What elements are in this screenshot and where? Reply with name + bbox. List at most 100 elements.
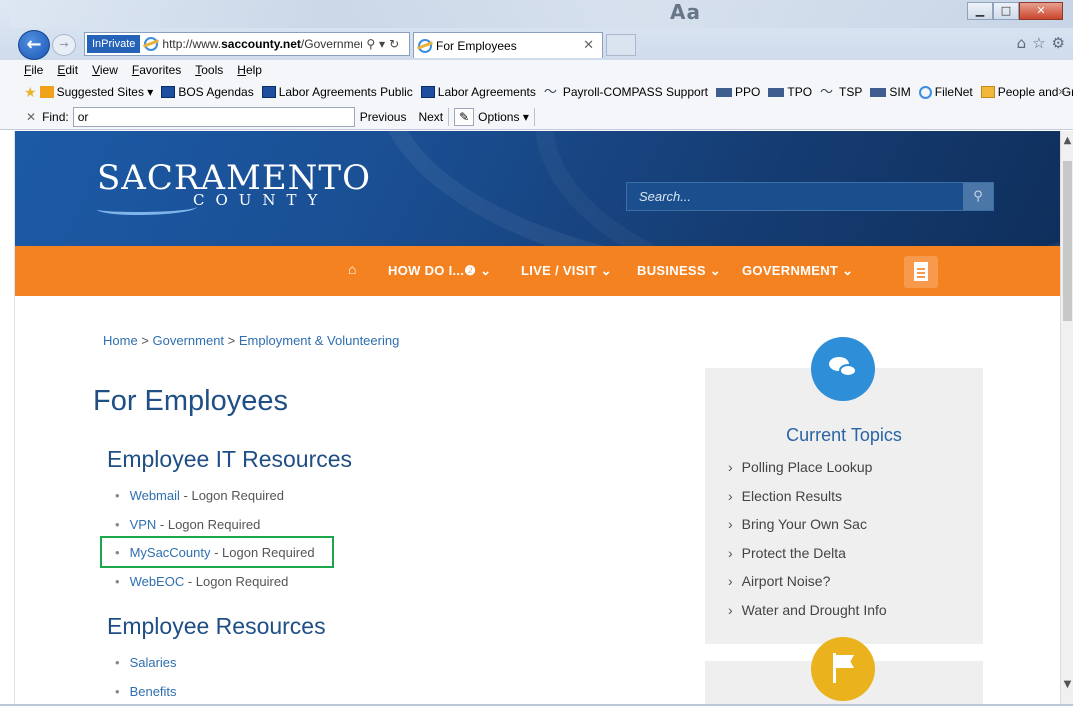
nav-live-visit[interactable]: LIVE / VISIT ⌄ (521, 263, 612, 279)
breadcrumb-government[interactable]: Government (153, 333, 225, 348)
find-previous-button[interactable]: Previous (360, 110, 407, 124)
current-topics-list: › Polling Place Lookup › Election Results … (728, 459, 887, 630)
find-input[interactable] (72, 106, 355, 127)
topic-item[interactable]: › Protect the Delta (728, 545, 887, 574)
minimize-button[interactable]: ▁ (967, 2, 993, 20)
highlight-pen-icon[interactable]: ✎ (454, 107, 475, 126)
search-icon[interactable]: ⚲ (963, 183, 993, 210)
address-bar[interactable]: InPrivate http://www.saccounty.net/Gover… (84, 32, 410, 56)
blurred-window-title: Aa (10, 0, 1073, 28)
logo-swoosh (97, 201, 197, 215)
breadcrumb-home[interactable]: Home (103, 333, 138, 348)
link-vpn[interactable]: VPN (130, 517, 157, 532)
chevron-more-icon[interactable]: » (1058, 84, 1065, 98)
scroll-thumb[interactable] (1063, 161, 1072, 321)
favorite-filenet[interactable]: FileNet (918, 85, 973, 99)
tab-title: For Employees (436, 38, 517, 53)
breadcrumb-employment[interactable]: Employment & Volunteering (239, 333, 399, 348)
wave-icon: 〜 (820, 84, 834, 99)
chevron-right-icon: › (728, 516, 733, 532)
maximize-button[interactable]: □ (993, 2, 1019, 20)
main-nav: ⌂ HOW DO I...❷ ⌄ LIVE / VISIT ⌄ BUSINESS… (15, 246, 1060, 296)
favorite-labor-agreements-public[interactable]: Labor Agreements Public (261, 85, 413, 99)
chevron-right-icon: › (728, 601, 733, 618)
section-title-it-resources: Employee IT Resources (107, 446, 353, 472)
favorite-payroll-compass[interactable]: 〜 Payroll-COMPASS Support (544, 85, 708, 99)
browser-tools: ⌂ ☆ ⚙ (1017, 34, 1065, 52)
list-item: • Webmail - Logon Required (115, 488, 284, 503)
ghost-title-text: Aa (670, 0, 701, 24)
search-dropdown-icon[interactable]: ⚲ ▾ (366, 37, 385, 51)
bing-icon (39, 86, 54, 98)
favorite-suggested-sites[interactable]: Suggested Sites ▾ (39, 85, 153, 99)
menu-tools[interactable]: Tools (195, 63, 223, 77)
breadcrumb: Home > Government > Employment & Volunte… (103, 333, 400, 348)
home-icon[interactable]: ⌂ (1017, 34, 1027, 52)
link-webmail[interactable]: Webmail (130, 488, 180, 503)
forward-button[interactable]: → (52, 34, 76, 56)
sacramento-county-logo[interactable]: SACRAMENTO COUNTY (97, 161, 371, 215)
nav-government[interactable]: GOVERNMENT ⌄ (742, 263, 853, 279)
favorites-star-icon[interactable]: ★ (24, 85, 37, 99)
document-icon[interactable] (904, 256, 938, 288)
gear-icon[interactable]: ⚙ (1052, 34, 1065, 52)
favorites-star-icon[interactable]: ☆ (1032, 34, 1045, 52)
sac-icon (161, 86, 176, 98)
link-benefits[interactable]: Benefits (130, 684, 177, 699)
new-tab-button[interactable] (606, 34, 636, 56)
topic-item[interactable]: › Election Results (728, 488, 887, 517)
topic-item[interactable]: › Bring Your Own Sac (728, 516, 887, 545)
list-item: • Benefits (115, 683, 177, 699)
find-separator (533, 107, 535, 126)
favorite-labor-agreements[interactable]: Labor Agreements (420, 85, 536, 99)
page-scrollbar[interactable]: ▲ ▼ (1060, 131, 1073, 706)
site-search-input[interactable] (627, 183, 963, 210)
find-separator (448, 107, 450, 126)
section-title-employee-resources: Employee Resources (107, 613, 326, 639)
close-find-icon[interactable]: ✕ (26, 110, 36, 124)
window-controls: ▁ □ ✕ (967, 2, 1063, 20)
tab-for-employees[interactable]: For Employees ✕ (413, 32, 603, 58)
topic-item[interactable]: › Airport Noise? (728, 573, 887, 602)
find-bar: ✕ Find: Previous Next ✎ Options ▾ (0, 104, 1073, 130)
scroll-up-icon[interactable]: ▲ (1062, 135, 1073, 146)
tab-close-icon[interactable]: ✕ (583, 37, 594, 53)
chevron-right-icon: › (728, 487, 733, 504)
url-text[interactable]: http://www.saccounty.net/Governmen (162, 37, 362, 51)
close-window-button[interactable]: ✕ (1019, 2, 1063, 20)
flag-icon (870, 87, 887, 97)
scroll-down-icon[interactable]: ▼ (1062, 679, 1073, 690)
link-webeoc[interactable]: WebEOC (130, 574, 185, 589)
nav-how-do-i[interactable]: HOW DO I...❷ ⌄ (388, 263, 491, 279)
back-button[interactable]: ← (18, 30, 50, 60)
find-options-button[interactable]: Options ▾ (478, 110, 529, 124)
list-item: • WebEOC - Logon Required (115, 573, 289, 589)
link-salaries[interactable]: Salaries (130, 655, 177, 670)
topic-item[interactable]: › Water and Drought Info (728, 602, 887, 631)
ie-icon (918, 85, 932, 99)
browser-nav-row: ← → InPrivate http://www.saccounty.net/G… (0, 28, 1073, 60)
favorite-bos-agendas[interactable]: BOS Agendas (161, 85, 254, 99)
menu-help[interactable]: Help (237, 63, 262, 77)
menu-file[interactable]: File (24, 63, 43, 77)
home-icon[interactable]: ⌂ (348, 261, 357, 277)
chevron-right-icon: › (728, 544, 733, 561)
favorite-tpo[interactable]: TPO (768, 85, 812, 99)
find-next-button[interactable]: Next (418, 110, 443, 124)
favorite-tsp[interactable]: 〜 TSP (820, 85, 862, 99)
list-item: • Salaries (115, 655, 177, 670)
menu-edit[interactable]: Edit (57, 63, 78, 77)
favorite-sim[interactable]: SIM (870, 85, 911, 99)
refresh-icon[interactable]: ↻ (389, 37, 399, 51)
highlight-box (100, 536, 334, 568)
menu-view[interactable]: View (92, 63, 118, 77)
inprivate-badge[interactable]: InPrivate (87, 35, 141, 53)
favorite-ppo[interactable]: PPO (716, 85, 760, 99)
employee-resources-list: • Salaries • Benefits (115, 655, 177, 706)
sac-icon (420, 86, 435, 98)
site-search: ⚲ (626, 182, 994, 211)
chevron-right-icon: › (728, 459, 733, 475)
topic-item[interactable]: › Polling Place Lookup (728, 459, 887, 488)
menu-favorites[interactable]: Favorites (132, 63, 181, 77)
nav-business[interactable]: BUSINESS ⌄ (637, 263, 721, 279)
